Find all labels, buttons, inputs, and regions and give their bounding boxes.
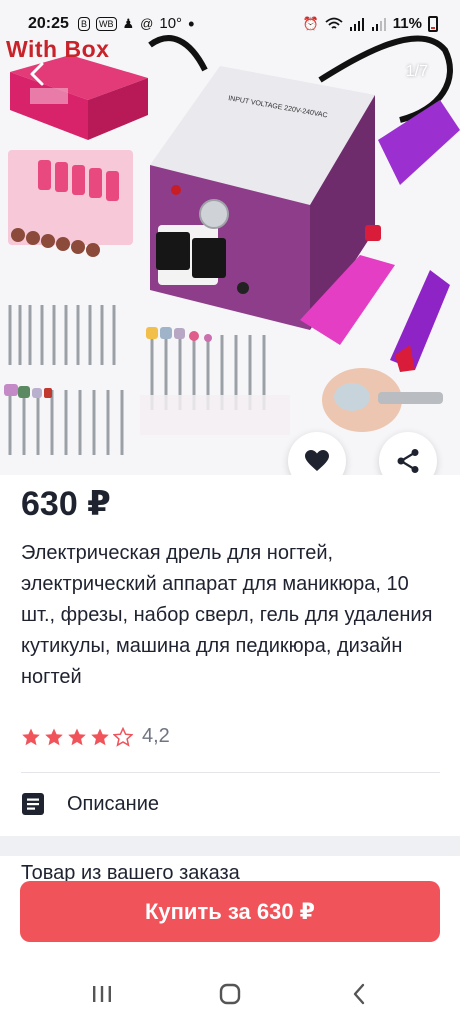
system-navigation-bar [0, 962, 460, 1024]
star-empty-icon [113, 726, 133, 747]
mask-icon: ♟ [122, 15, 135, 31]
finger-image [322, 368, 443, 432]
product-image-gallery[interactable]: INPUT VOLTAGE 220V-240VAC 20:25 B WB ♟ @… [0, 0, 460, 475]
star-filled-icon [68, 728, 86, 745]
battery-percent: 11% [392, 15, 422, 32]
divider [21, 772, 440, 773]
star-filled-icon [45, 728, 63, 745]
heart-icon [305, 450, 329, 471]
share-icon [397, 449, 419, 473]
product-price: 630 ₽ [21, 485, 111, 523]
bottom-bar-background [0, 942, 460, 960]
signal-2-icon [371, 17, 386, 31]
battery-icon [428, 15, 438, 32]
section-separator [0, 836, 460, 856]
status-time: 20:25 [28, 15, 69, 32]
at-icon: @ [140, 16, 154, 31]
image-counter: 1/7 [405, 63, 428, 80]
alarm-icon: ⏰ [302, 15, 319, 31]
rating-stars [21, 726, 133, 747]
description-label: Описание [67, 792, 160, 815]
home-icon[interactable] [216, 980, 244, 1008]
product-rating[interactable]: 4,2 [21, 725, 170, 748]
description-row[interactable]: Описание [21, 782, 440, 826]
wb-app-icon: WB [96, 16, 117, 31]
rating-value: 4,2 [142, 725, 170, 747]
nail-tips-card-image [8, 150, 133, 257]
back-arrow-icon[interactable] [22, 58, 54, 90]
status-bar: 20:25 B WB ♟ @ 10° • ⏰ 11% [0, 0, 460, 50]
star-filled-icon [91, 728, 109, 745]
product-title: Электрическая дрель для ногтей, электрич… [21, 542, 433, 688]
notification-b-icon: B [78, 16, 91, 31]
notification-dot-icon: • [188, 13, 195, 34]
status-right-icons: ⏰ 11% [303, 15, 438, 32]
signal-icon [349, 17, 364, 31]
status-left-icons: B WB ♟ @ 10° • [78, 13, 195, 34]
document-icon [22, 793, 44, 815]
product-photo: INPUT VOLTAGE 220V-240VAC [4, 35, 460, 455]
star-filled-icon [22, 728, 40, 745]
buy-button[interactable]: Купить за 630 ₽ [20, 881, 440, 942]
back-icon[interactable] [346, 980, 374, 1008]
recent-apps-icon[interactable] [88, 980, 116, 1008]
wifi-icon [325, 17, 343, 29]
temperature: 10° [159, 15, 183, 32]
